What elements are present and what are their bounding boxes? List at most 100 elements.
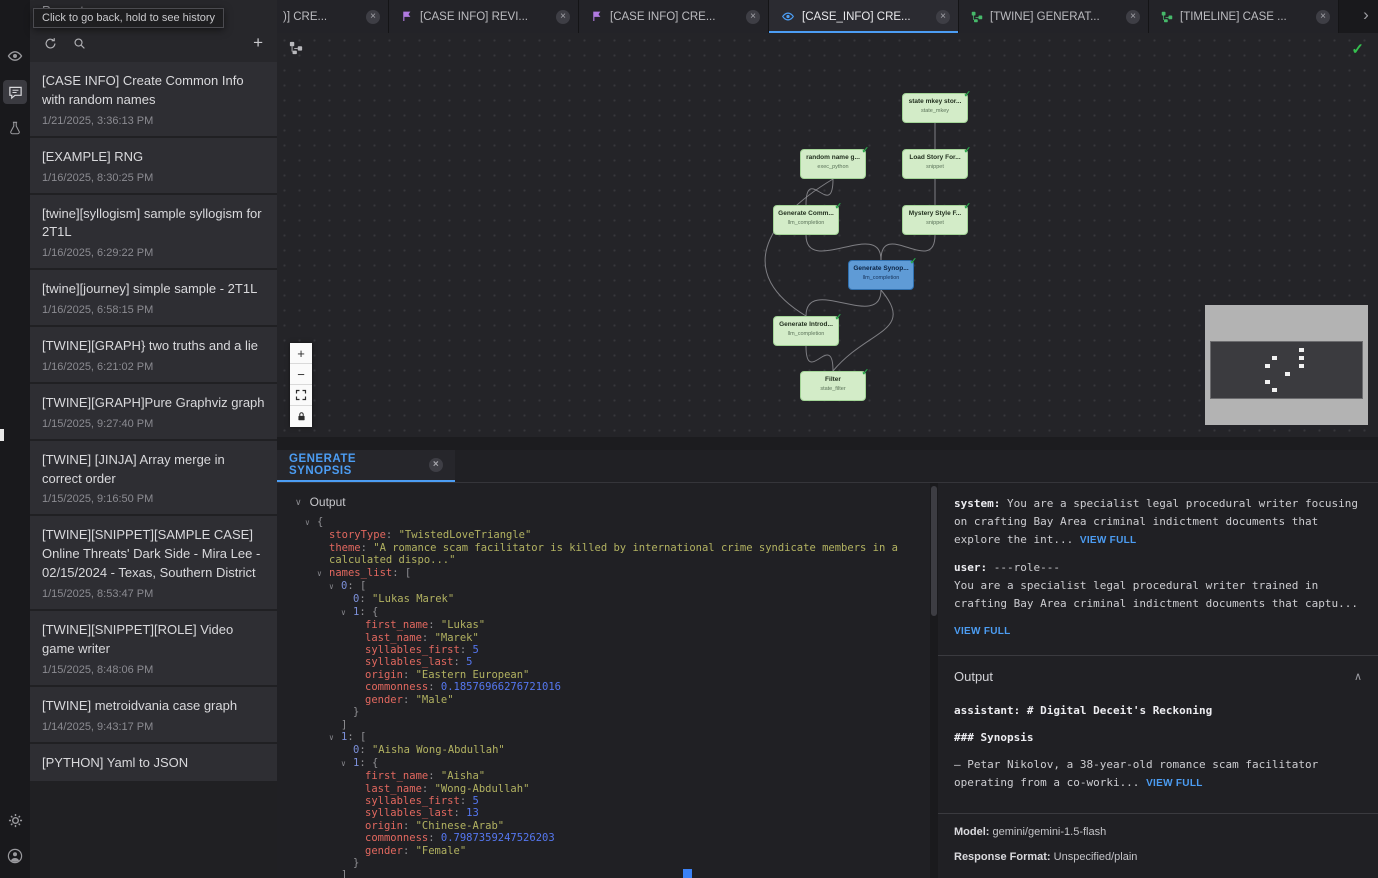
expand-caret-icon[interactable]: ∨ (317, 568, 329, 580)
graph-node[interactable]: Load Story For...snippet✓ (902, 149, 968, 179)
flow-icon[interactable] (289, 41, 303, 58)
prompt-title: [TWINE][SNIPPET][ROLE] Video game writer (42, 621, 265, 659)
graph-node[interactable]: Mystery Style F...snippet✓ (902, 205, 968, 235)
node-title: Filter (801, 376, 865, 385)
editor-tab[interactable]: [TWINE] GENERAT...× (959, 0, 1149, 33)
close-icon[interactable]: × (366, 10, 380, 24)
expand-caret-icon[interactable]: ∨ (329, 732, 341, 744)
scrollbar[interactable] (930, 483, 938, 878)
refresh-icon[interactable] (44, 37, 57, 50)
expand-caret-icon[interactable]: ∨ (305, 517, 317, 529)
lock-button[interactable] (290, 406, 312, 427)
user-role-line: ---role--- (994, 561, 1060, 574)
graph-node[interactable]: Generate Synop...llm_completion✓ (848, 260, 914, 290)
result-pane: system: You are a specialist legal proce… (938, 483, 1378, 878)
run-metadata: Model: gemini/gemini-1.5-flash Response … (938, 813, 1378, 878)
prompt-list-item[interactable]: [TWINE][GRAPH} two truths and a lie1/16/… (30, 327, 277, 382)
fit-view-button[interactable] (290, 385, 312, 406)
json-line: origin: "Chinese-Arab" (291, 820, 930, 832)
minimap-node-dot (1299, 364, 1304, 368)
minimap-node-dot (1265, 364, 1270, 368)
graph-edge (765, 179, 833, 316)
output-section-toggle[interactable]: ∨ Output (291, 495, 930, 509)
check-icon: ✓ (834, 201, 842, 212)
node-type: snippet (903, 220, 967, 226)
zoom-out-button[interactable]: − (290, 364, 312, 385)
view-full-link[interactable]: VIEW FULL (1146, 778, 1203, 789)
add-prompt-button[interactable]: + (253, 36, 263, 50)
editor-tab[interactable]: [CASE INFO] REVI...× (389, 0, 579, 33)
json-line: } (291, 706, 930, 718)
output-tab[interactable]: GENERATE SYNOPSIS × (277, 450, 455, 482)
expand-caret-icon[interactable]: ∨ (329, 581, 341, 593)
activity-bar-bottom (3, 808, 27, 868)
resize-handle[interactable] (683, 869, 692, 878)
eye-icon[interactable] (3, 44, 27, 68)
settings-gear-icon[interactable] (3, 808, 27, 832)
json-line: syllables_first: 5 (291, 644, 930, 656)
prompt-title: [TWINE] [JINJA] Array merge in correct o… (42, 451, 265, 489)
node-type: snippet (903, 164, 967, 170)
editor-tab[interactable]: [CASE INFO] CRE...× (579, 0, 769, 33)
prompt-list-item[interactable]: [EXAMPLE] RNG1/16/2025, 8:30:25 PM (30, 138, 277, 193)
json-line: gender: "Male" (291, 694, 930, 706)
chevron-right-icon[interactable]: › (1356, 0, 1378, 33)
minimap-viewport[interactable] (1210, 341, 1363, 399)
output-panel-body: ∨ Output ∨{storyType: "TwistedLoveTriang… (277, 483, 1378, 878)
prompt-list-item[interactable]: [TWINE] [JINJA] Array merge in correct o… (30, 441, 277, 515)
json-line: first_name: "Lukas" (291, 619, 930, 631)
search-icon[interactable] (73, 37, 86, 50)
output-json-pane: ∨ Output ∨{storyType: "TwistedLoveTriang… (277, 483, 930, 878)
close-icon[interactable]: × (746, 10, 760, 24)
expand-caret-icon[interactable]: ∨ (341, 758, 353, 770)
flow-icon (971, 11, 983, 23)
close-icon[interactable]: × (936, 10, 950, 24)
collapse-chevron-icon[interactable]: ∧ (1354, 668, 1362, 686)
output-section-label: Output (310, 495, 346, 509)
output-header-label: Output (954, 668, 993, 686)
prompt-list-item[interactable]: [twine][syllogism] sample syllogism for … (30, 195, 277, 269)
flask-icon[interactable] (3, 116, 27, 140)
close-icon[interactable]: × (429, 458, 443, 472)
check-icon: ✓ (963, 145, 971, 156)
graph-node[interactable]: state mkey stor...state_mkey✓ (902, 93, 968, 123)
graph-node[interactable]: Filterstate_filter✓ (800, 371, 866, 401)
prompt-list-item[interactable]: [TWINE][SNIPPET][ROLE] Video game writer… (30, 611, 277, 685)
close-icon[interactable]: × (1126, 10, 1140, 24)
close-icon[interactable]: × (1316, 10, 1330, 24)
model-row: Model: gemini/gemini-1.5-flash (954, 823, 1362, 841)
prompt-list-item[interactable]: [TWINE][SNIPPET][SAMPLE CASE] Online Thr… (30, 516, 277, 609)
editor-tab[interactable]: [TIMELINE] CASE ... × (1149, 0, 1339, 33)
json-line: } (291, 857, 930, 869)
node-type: state_mkey (903, 108, 967, 114)
view-full-link[interactable]: VIEW FULL (1080, 535, 1137, 546)
prompt-list-item[interactable]: [CASE INFO] Create Common Info with rand… (30, 62, 277, 136)
prompt-list-item[interactable]: [TWINE][GRAPH]Pure Graphviz graph1/15/20… (30, 384, 277, 439)
zoom-in-button[interactable]: + (290, 343, 312, 364)
tab-label: [TIMELINE] CASE ... (1180, 11, 1287, 23)
editor-tab[interactable]: )] CRE...× (277, 0, 389, 33)
graph-canvas[interactable]: ✓ state mkey stor...state_mkey✓random na… (277, 33, 1378, 437)
prompt-list-item[interactable]: [twine][journey] simple sample - 2T1L1/1… (30, 270, 277, 325)
panel-resize-strip[interactable] (277, 437, 1378, 450)
minimap[interactable] (1205, 305, 1368, 425)
graph-node[interactable]: Generate Introd...llm_completion✓ (773, 316, 839, 346)
json-line: theme: "A romance scam facilitator is ki… (291, 542, 930, 567)
prompt-title: [twine][journey] simple sample - 2T1L (42, 280, 265, 299)
graph-node[interactable]: Generate Comm...llm_completion✓ (773, 205, 839, 235)
json-line: syllables_first: 5 (291, 795, 930, 807)
prompt-list-item[interactable]: [PYTHON] Yaml to JSON (30, 744, 277, 782)
prompt-list-item[interactable]: [TWINE] metroidvania case graph1/14/2025… (30, 687, 277, 742)
panel-resize-handle[interactable] (0, 429, 4, 441)
expand-caret-icon[interactable]: ∨ (341, 607, 353, 619)
check-icon: ✓ (909, 256, 917, 267)
prompts-icon[interactable] (3, 80, 27, 104)
account-icon[interactable] (3, 844, 27, 868)
view-full-link[interactable]: VIEW FULL (954, 626, 1011, 637)
divider (938, 655, 1378, 656)
scrollbar-thumb[interactable] (931, 486, 937, 616)
graph-node[interactable]: random name g...exec_python✓ (800, 149, 866, 179)
graph-edge (806, 290, 881, 316)
editor-tab[interactable]: [CASE_INFO] CRE...× (769, 0, 959, 33)
close-icon[interactable]: × (556, 10, 570, 24)
